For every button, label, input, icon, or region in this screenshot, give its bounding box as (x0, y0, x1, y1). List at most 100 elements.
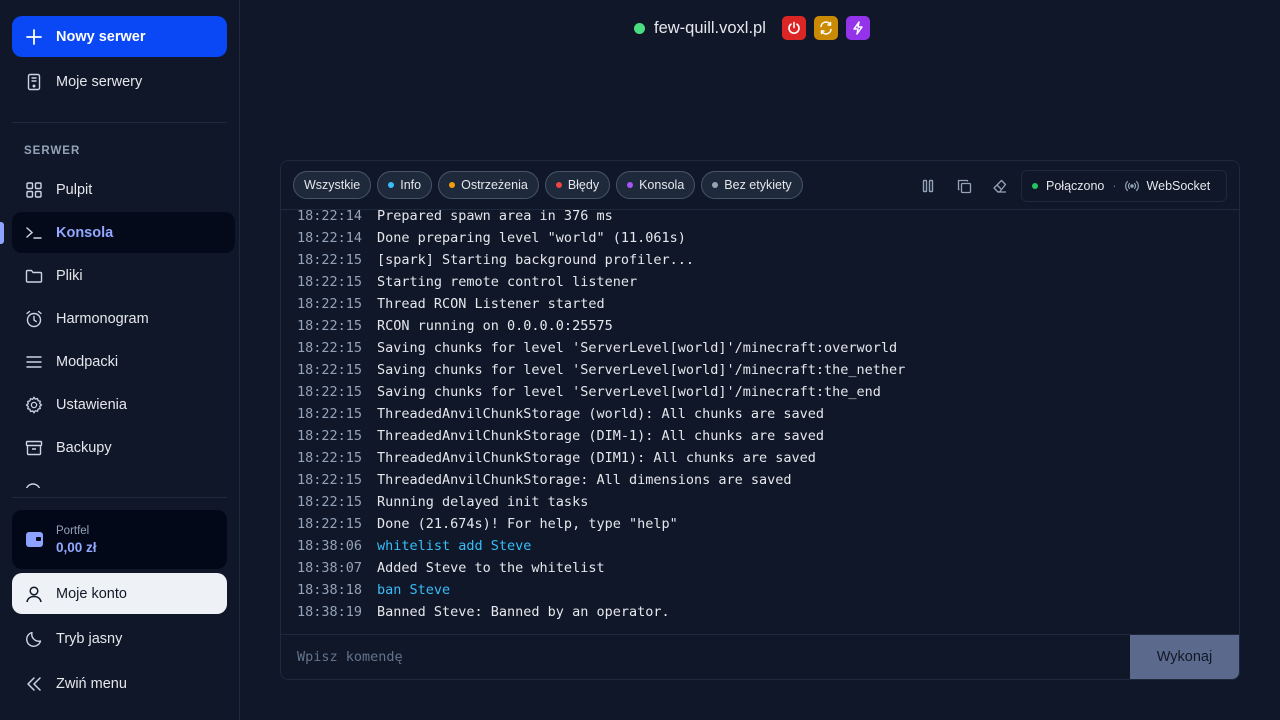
log-message: Done (21.674s)! For help, type "help" (377, 516, 678, 532)
my-servers-link[interactable]: Moje serwery (12, 61, 235, 102)
log-line: 18:22:15 Saving chunks for level 'ServerL… (297, 359, 905, 381)
wallet-icon (26, 532, 43, 547)
filter-label: Bez etykiety (724, 178, 792, 192)
connection-label: Połączono (1046, 179, 1105, 193)
sidebar-item-label: Harmonogram (56, 310, 149, 327)
log-line: 18:22:15 Done (21.674s)! For help, type "… (297, 513, 678, 535)
connection-status: Połączono · WebSocket (1021, 170, 1227, 202)
command-input[interactable] (281, 635, 1130, 679)
active-indicator (0, 222, 4, 244)
moon-icon (24, 629, 44, 649)
wallet-card[interactable]: Portfel 0,00 zł (12, 510, 227, 569)
log-line: 18:38:07 Added Steve to the whitelist (297, 557, 605, 579)
folder-icon (24, 266, 44, 286)
dashboard-icon (24, 180, 44, 200)
console-panel: Wszystkie Info Ostrzeżenia Błędy Konsola… (280, 160, 1240, 680)
filter-label: Ostrzeżenia (461, 178, 528, 192)
error-dot (555, 182, 562, 188)
filter-unlabeled[interactable]: Bez etykiety (701, 171, 803, 199)
log-message: Thread RCON Listener started (377, 296, 605, 312)
log-timestamp: 18:22:15 (297, 384, 363, 400)
log-timestamp: 18:22:15 (297, 296, 363, 312)
broadcast-icon (1124, 180, 1139, 192)
log-timestamp: 18:22:15 (297, 340, 363, 356)
log-message: ThreadedAnvilChunkStorage (DIM-1): All c… (377, 428, 825, 444)
log-message: RCON running on 0.0.0.0:25575 (377, 318, 613, 334)
log-line: 18:22:15 ThreadedAnvilChunkStorage (DIM1)… (297, 447, 816, 469)
sidebar-item-label: Modpacki (56, 353, 119, 370)
log-timestamp: 18:22:15 (297, 516, 363, 532)
log-message: ThreadedAnvilChunkStorage (world): All c… (377, 406, 825, 422)
clipped-nav-icon (24, 482, 44, 488)
sidebar-item-konsola[interactable]: Konsola (12, 212, 235, 253)
pause-icon (922, 179, 934, 193)
filter-info[interactable]: Info (377, 171, 433, 199)
kill-button[interactable] (845, 16, 870, 40)
filter-label: Błędy (567, 178, 600, 192)
sidebar-item-pliki[interactable]: Pliki (12, 255, 235, 296)
execute-button[interactable]: Wykonaj (1130, 635, 1239, 679)
log-message: ThreadedAnvilChunkStorage (DIM1): All ch… (377, 450, 816, 466)
filter-all[interactable]: Wszystkie (293, 171, 372, 199)
sidebar-item-modpacki[interactable]: Modpacki (12, 341, 235, 382)
collapse-menu-button[interactable]: Zwiń menu (12, 663, 235, 704)
my-account-button[interactable]: Moje konto (12, 573, 227, 614)
log-timestamp: 18:38:07 (297, 560, 363, 576)
user-icon (24, 584, 44, 604)
my-servers-label: Moje serwery (56, 73, 143, 90)
restart-icon (820, 21, 832, 35)
log-line: 18:22:15 [spark] Starting background prof… (297, 249, 694, 271)
filter-errors[interactable]: Błędy (544, 171, 611, 199)
log-timestamp: 18:38:06 (297, 538, 363, 554)
filter-console[interactable]: Konsola (616, 171, 696, 199)
log-line: 18:22:15 ThreadedAnvilChunkStorage: All d… (297, 469, 792, 491)
sidebar-item-ustawienia[interactable]: Ustawienia (12, 384, 235, 425)
command-bar: Wykonaj (281, 634, 1239, 679)
log-message: Saving chunks for level 'ServerLevel[wor… (377, 384, 881, 400)
new-server-button[interactable]: Nowy serwer (12, 16, 227, 57)
log-line: 18:22:15 Thread RCON Listener started (297, 293, 605, 315)
console-output: 18:22:14 Prepared spawn area in 376 ms 18:… (281, 210, 1239, 634)
server-status-dot (634, 22, 645, 34)
sidebar-item-harmonogram[interactable]: Harmonogram (12, 298, 235, 339)
log-line: 18:22:15 Running delayed init tasks (297, 491, 588, 513)
sidebar-item-pulpit[interactable]: Pulpit (12, 169, 235, 210)
filter-label: Konsola (639, 178, 685, 192)
light-mode-label: Tryb jasny (56, 630, 123, 647)
log-timestamp: 18:22:15 (297, 318, 363, 334)
my-account-label: Moje konto (56, 585, 127, 602)
log-timestamp: 18:22:15 (297, 428, 363, 444)
log-message: Saving chunks for level 'ServerLevel[wor… (377, 340, 898, 356)
filter-warnings[interactable]: Ostrzeżenia (438, 171, 539, 199)
log-line: 18:22:15 Saving chunks for level 'ServerL… (297, 381, 881, 403)
log-timestamp: 18:22:15 (297, 472, 363, 488)
log-line: 18:22:14 Prepared spawn area in 376 ms (297, 210, 613, 227)
log-timestamp: 18:22:15 (297, 362, 363, 378)
pause-button[interactable] (917, 175, 939, 197)
restart-button[interactable] (813, 16, 838, 40)
lightning-icon (853, 21, 863, 35)
log-line: 18:38:19 Banned Steve: Banned by an opera… (297, 601, 670, 623)
server-icon (24, 72, 44, 92)
log-line: 18:22:15 ThreadedAnvilChunkStorage (DIM-1… (297, 425, 824, 447)
clear-button[interactable] (989, 175, 1011, 197)
sidebar-divider (12, 497, 227, 498)
log-message: Saving chunks for level 'ServerLevel[wor… (377, 362, 906, 378)
log-line: 18:22:15 Saving chunks for level 'ServerL… (297, 337, 897, 359)
log-line: 18:22:14 Done preparing level "world" (11… (297, 227, 686, 249)
chevrons-left-icon (24, 674, 44, 694)
terminal-icon (24, 223, 44, 243)
log-line: 18:22:15 Starting remote control listener (297, 271, 637, 293)
console-tools (917, 175, 1025, 197)
copy-button[interactable] (953, 175, 975, 197)
log-timestamp: 18:22:15 (297, 252, 363, 268)
light-mode-toggle[interactable]: Tryb jasny (12, 618, 235, 659)
log-message: Starting remote control listener (377, 274, 638, 290)
sidebar-item-backupy[interactable]: Backupy (12, 427, 235, 468)
plus-icon (26, 28, 42, 45)
new-server-label: Nowy serwer (56, 28, 146, 45)
log-timestamp: 18:38:18 (297, 582, 363, 598)
power-icon (788, 21, 800, 34)
power-button[interactable] (781, 16, 806, 40)
connection-dot (1032, 183, 1038, 189)
